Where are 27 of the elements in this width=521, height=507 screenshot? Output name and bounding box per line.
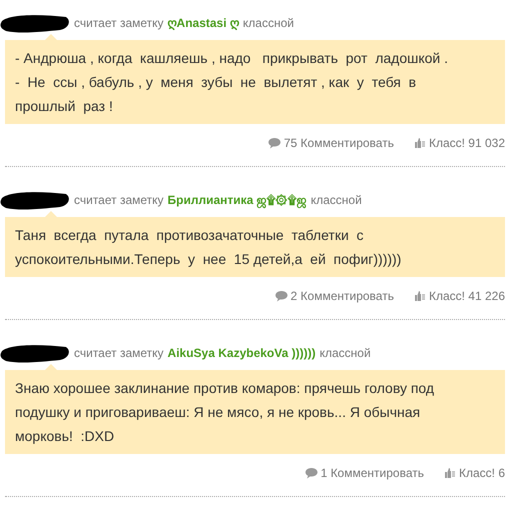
redaction-mark — [0, 12, 70, 34]
author-link[interactable]: Бриллиантика ஜ۩۞۩ஜ — [168, 192, 307, 208]
author-link[interactable]: ღAnastasi ღ — [168, 16, 239, 30]
speech-bubble-icon — [274, 290, 288, 302]
like-link[interactable]: Класс! 41 226 — [414, 289, 505, 303]
redaction-mark — [0, 189, 70, 211]
thumb-up-icon — [444, 467, 456, 479]
thumb-up-icon — [414, 290, 426, 302]
speech-bubble-icon — [268, 137, 281, 149]
comment-link[interactable]: 75 Комментировать — [268, 136, 394, 150]
thumb-up-icon — [414, 137, 426, 149]
like-link[interactable]: Класс! 6 — [444, 466, 505, 480]
note-text: - Андрюша , когда кашляешь , надо прикрывать рот ладошкой . - Не ссы , бабуль , у меня зубы не вылетят , как у тебя в прошлый раз ! — [15, 49, 450, 116]
action-text: считает заметку — [74, 193, 164, 207]
speech-bubble-icon — [304, 467, 318, 479]
comment-link[interactable]: 1 Комментировать — [304, 466, 424, 480]
author-link[interactable]: AikuSya KazybekoVa )))))) — [168, 346, 316, 360]
action-text: классной — [310, 193, 362, 207]
redaction-mark — [0, 342, 70, 364]
action-text: классной — [320, 346, 371, 360]
action-text: считает заметку — [74, 346, 164, 360]
action-text: считает заметку — [74, 16, 164, 30]
note-text: Знаю хорошее заклинание против комаров: прячешь голову под подушку и приговариваеш: Я не мясо, я не кровь... Я обычная морковь! :DXD — [15, 379, 436, 446]
like-link[interactable]: Класс! 91 032 — [414, 136, 505, 150]
note-text: Таня всегда путала противозачаточные таблетки с успокоительными.Теперь у нее 15 детей,а ей пофиг)))))) — [15, 226, 402, 269]
action-text: классной — [242, 16, 294, 30]
comment-link[interactable]: 2 Комментировать — [274, 289, 394, 303]
